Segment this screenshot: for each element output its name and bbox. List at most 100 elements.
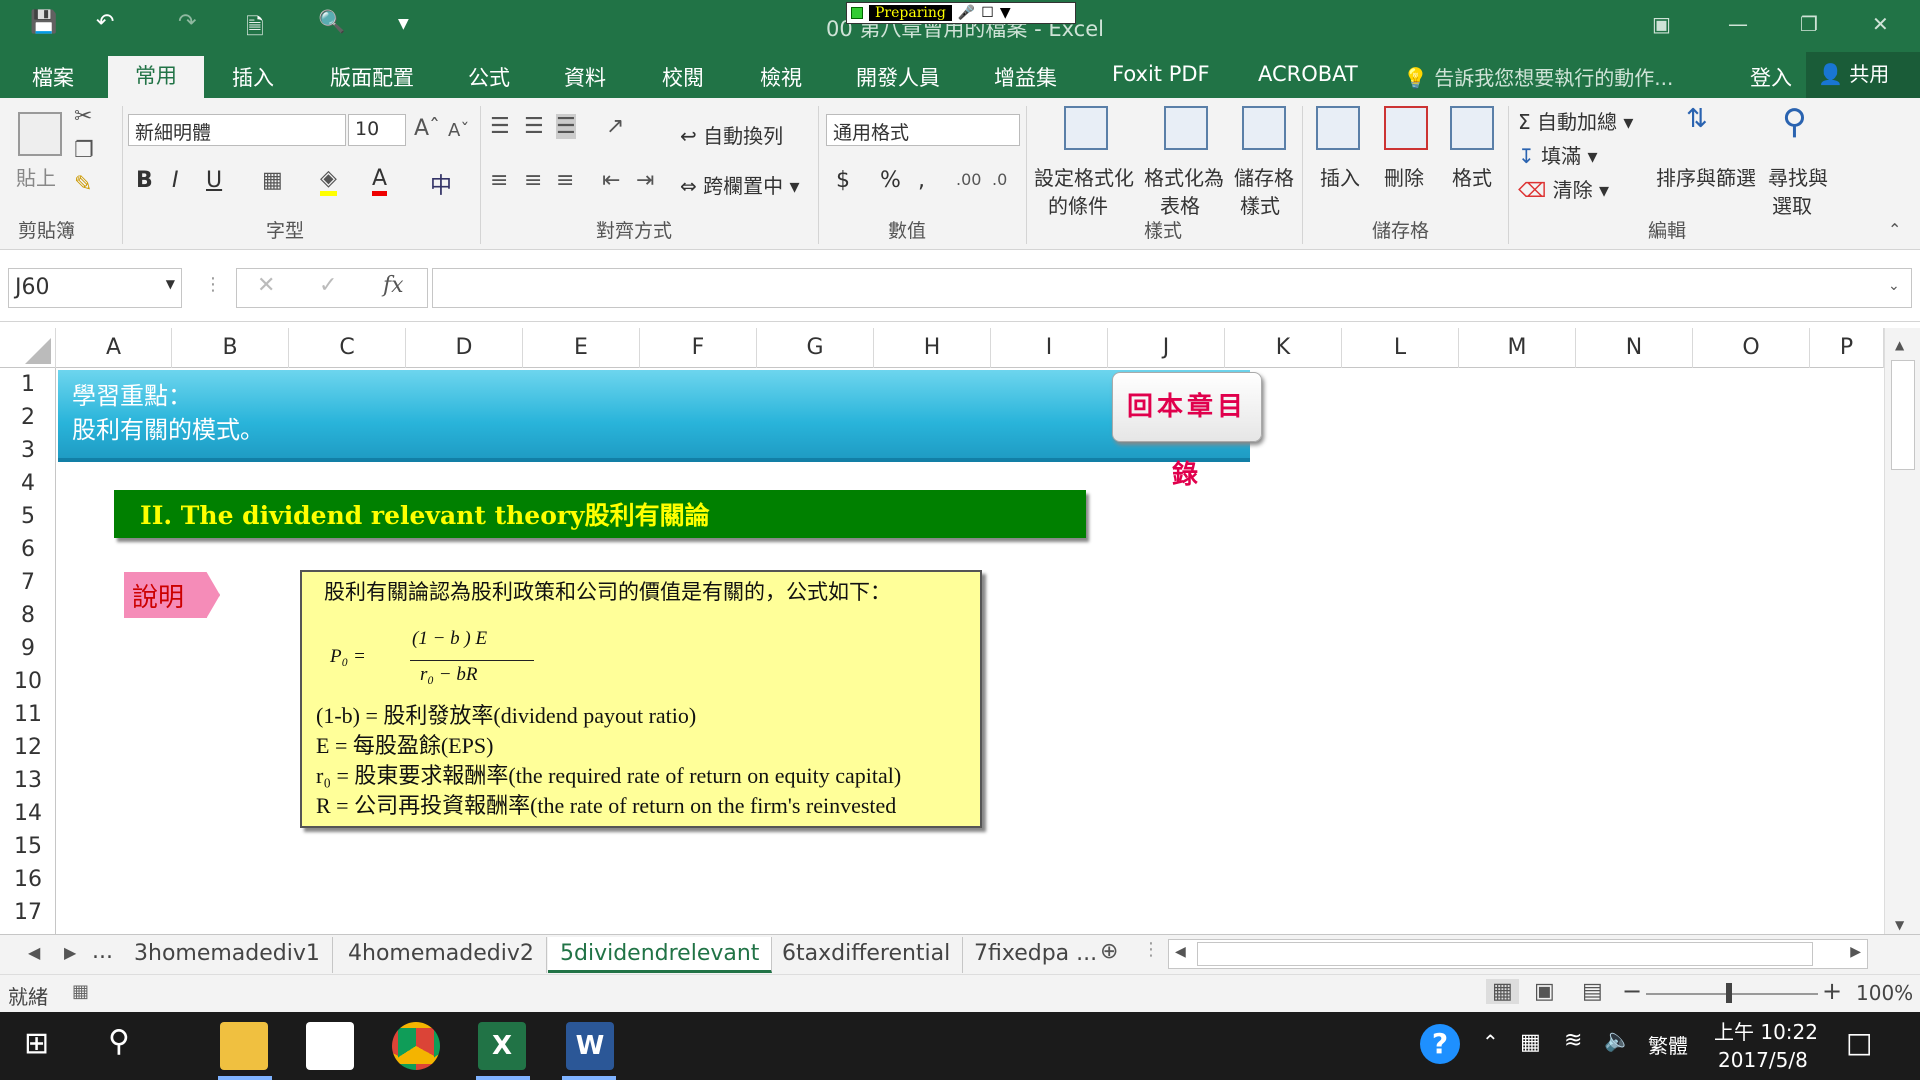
volume-icon[interactable]: 🔈 xyxy=(1604,1028,1631,1053)
scroll-down-icon[interactable]: ▼ xyxy=(1895,918,1904,932)
name-box-dropdown-icon[interactable]: ▼ xyxy=(166,277,175,291)
mic-icon[interactable]: 🎤 xyxy=(958,5,975,21)
undo-icon[interactable]: ↶ xyxy=(96,10,114,35)
tab-view[interactable]: 檢視 xyxy=(760,62,802,92)
paste-button[interactable]: 貼上 xyxy=(16,162,56,191)
percent-icon[interactable]: % xyxy=(880,168,901,193)
row-header[interactable]: 8 xyxy=(0,599,56,632)
align-bottom-icon[interactable]: ☰ xyxy=(556,114,576,139)
underline-icon[interactable]: U xyxy=(206,168,222,193)
row-header[interactable]: 2 xyxy=(0,401,56,434)
dropdown-icon[interactable]: ▼ xyxy=(1000,5,1011,21)
format-cells-icon[interactable] xyxy=(1450,106,1494,150)
grow-font-icon[interactable]: Aˆ xyxy=(414,116,440,141)
show-hidden-icons[interactable]: ⌃ xyxy=(1482,1030,1499,1054)
copy-icon[interactable]: ❐ xyxy=(74,138,94,163)
format-as-table-icon[interactable] xyxy=(1164,106,1208,150)
horizontal-scrollbar[interactable]: ◀ ▶ xyxy=(1168,939,1868,969)
find-select-label-1[interactable]: 尋找與 xyxy=(1768,162,1828,191)
conditional-format-label-1[interactable]: 設定格式化 xyxy=(1034,162,1134,191)
save-icon[interactable]: 💾 xyxy=(30,10,57,35)
tab-review[interactable]: 校閱 xyxy=(662,62,704,92)
sheet-tab[interactable]: 7fixedpa ... xyxy=(962,937,1109,973)
fill-button[interactable]: ↧ 填滿 ▾ xyxy=(1518,140,1598,169)
tab-formulas[interactable]: 公式 xyxy=(468,62,510,92)
cell-styles-icon[interactable] xyxy=(1242,106,1286,150)
new-file-icon[interactable]: 🗎 xyxy=(246,10,264,48)
vertical-scrollbar[interactable]: ▲ ▼ xyxy=(1884,328,1920,936)
column-header[interactable]: K xyxy=(1225,328,1342,368)
tab-foxit-pdf[interactable]: Foxit PDF xyxy=(1112,62,1210,86)
row-header[interactable]: 5 xyxy=(0,500,56,533)
back-to-chapter-button[interactable]: 回本章目錄 xyxy=(1112,372,1262,490)
decrease-indent-icon[interactable]: ⇤ xyxy=(602,168,620,193)
formula-input[interactable] xyxy=(432,268,1912,308)
row-header[interactable]: 4 xyxy=(0,467,56,500)
enter-icon[interactable]: ✓ xyxy=(319,273,337,298)
cell-styles-label-1[interactable]: 儲存格 xyxy=(1234,162,1294,191)
prev-sheet-icon[interactable]: ◀ xyxy=(28,943,40,962)
ribbon-display-icon[interactable]: ▣ xyxy=(1652,12,1671,36)
zoom-slider[interactable] xyxy=(1646,993,1818,995)
column-header[interactable]: J xyxy=(1108,328,1225,368)
row-header[interactable]: 17 xyxy=(0,896,56,929)
delete-cells-icon[interactable] xyxy=(1384,106,1428,150)
font-color-icon[interactable]: A xyxy=(372,166,388,196)
comma-icon[interactable]: , xyxy=(918,168,925,193)
find-select-icon[interactable]: ⚲ xyxy=(1782,102,1807,142)
tab-addins[interactable]: 增益集 xyxy=(994,62,1057,92)
cell-styles-label-2[interactable]: 樣式 xyxy=(1240,190,1280,219)
name-box[interactable]: J60 ▼ xyxy=(8,268,182,308)
collapse-ribbon-icon[interactable]: ⌃ xyxy=(1888,220,1901,239)
sheet-tab[interactable]: 6taxdifferential xyxy=(770,937,964,973)
clock-time[interactable]: 上午 10:22 xyxy=(1714,1016,1818,1045)
column-header[interactable]: O xyxy=(1693,328,1810,368)
page-break-view-icon[interactable]: ▤ xyxy=(1582,979,1603,1004)
column-header[interactable]: L xyxy=(1342,328,1459,368)
excel-icon[interactable]: X xyxy=(478,1022,526,1070)
customize-toolbar-icon[interactable]: ▼ xyxy=(398,16,409,32)
recorder-widget[interactable]: Preparing 🎤 ☐ ▼ xyxy=(846,2,1076,24)
format-as-table-label-2[interactable]: 表格 xyxy=(1160,190,1200,219)
row-header[interactable]: 15 xyxy=(0,830,56,863)
increase-decimal-icon[interactable]: .00 xyxy=(956,170,981,189)
column-header[interactable]: E xyxy=(523,328,640,368)
sort-filter-button[interactable]: 排序與篩選 xyxy=(1656,162,1756,191)
format-as-table-label-1[interactable]: 格式化為 xyxy=(1144,162,1224,191)
windows-start-icon[interactable]: ⊞ xyxy=(24,1026,49,1061)
sheet-tab[interactable]: 3homemadediv1 xyxy=(122,937,333,973)
insert-cells-icon[interactable] xyxy=(1316,106,1360,150)
more-sheets-button[interactable]: ... xyxy=(92,939,113,964)
select-all-corner[interactable] xyxy=(0,328,56,368)
clear-button[interactable]: ⌫ 清除 ▾ xyxy=(1518,174,1609,203)
column-header[interactable]: P xyxy=(1810,328,1884,368)
number-format-select[interactable]: 通用格式 xyxy=(826,114,1020,146)
store-icon[interactable] xyxy=(306,1022,354,1070)
conditional-format-label-2[interactable]: 的條件 xyxy=(1048,190,1108,219)
row-header[interactable]: 7 xyxy=(0,566,56,599)
redo-icon[interactable]: ↷ xyxy=(178,10,196,35)
tab-developer[interactable]: 開發人員 xyxy=(856,62,940,92)
column-header[interactable]: A xyxy=(56,328,172,368)
autosum-button[interactable]: Σ 自動加總 ▾ xyxy=(1518,106,1633,135)
tab-split-handle[interactable]: ⋮ xyxy=(1142,939,1160,960)
row-header[interactable]: 12 xyxy=(0,731,56,764)
align-right-icon[interactable]: ≡ xyxy=(556,168,574,193)
wifi-icon[interactable]: ≋ xyxy=(1564,1028,1582,1053)
paste-icon[interactable] xyxy=(18,112,62,156)
column-header[interactable]: D xyxy=(406,328,523,368)
camera-icon[interactable]: ☐ xyxy=(981,5,994,21)
restore-icon[interactable]: ❐ xyxy=(1800,12,1818,36)
insert-cells-button[interactable]: 插入 xyxy=(1320,162,1360,191)
cut-icon[interactable]: ✂ xyxy=(74,104,92,129)
bold-icon[interactable]: B xyxy=(136,168,153,193)
fill-color-icon[interactable]: ◈ xyxy=(320,166,337,196)
zoom-level[interactable]: 100% xyxy=(1856,981,1913,1005)
tab-file[interactable]: 檔案 xyxy=(32,62,74,92)
macro-record-icon[interactable]: ▦ xyxy=(72,981,89,1002)
normal-view-icon[interactable]: ▦ xyxy=(1486,979,1519,1004)
close-icon[interactable]: ✕ xyxy=(1872,12,1889,36)
zoom-out-icon[interactable]: − xyxy=(1622,977,1642,1005)
sign-in-link[interactable]: 登入 xyxy=(1750,62,1792,92)
tab-acrobat[interactable]: ACROBAT xyxy=(1258,62,1358,86)
